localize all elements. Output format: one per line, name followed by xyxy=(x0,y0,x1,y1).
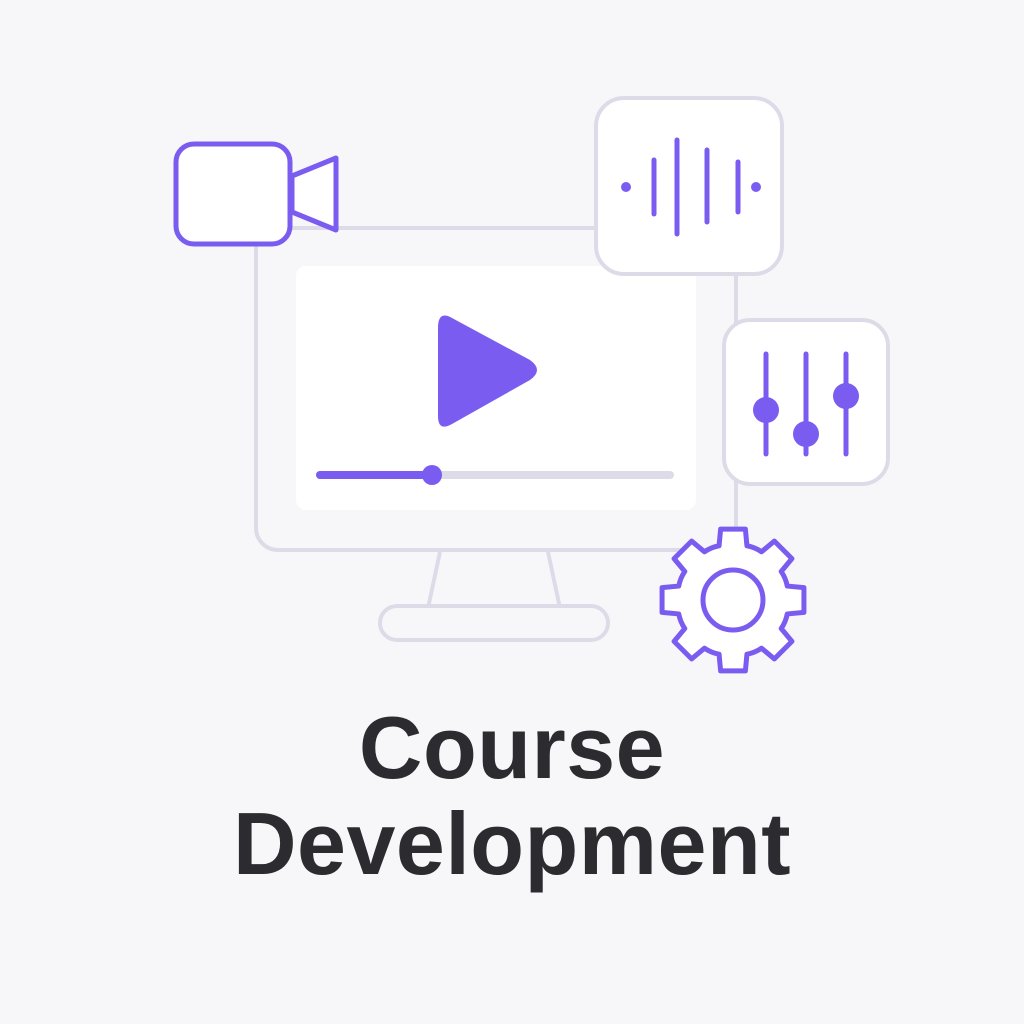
illustration-canvas: Course Development xyxy=(0,0,1024,1024)
gear-icon xyxy=(659,526,807,674)
title-line-2: Development xyxy=(232,794,792,893)
equalizer-card xyxy=(722,318,890,486)
page-title: Course Development xyxy=(0,700,1024,892)
audio-waveform-card xyxy=(594,96,784,276)
video-player xyxy=(296,266,696,510)
progress-knob[interactable] xyxy=(422,465,442,485)
title-line-1: Course xyxy=(358,698,666,797)
